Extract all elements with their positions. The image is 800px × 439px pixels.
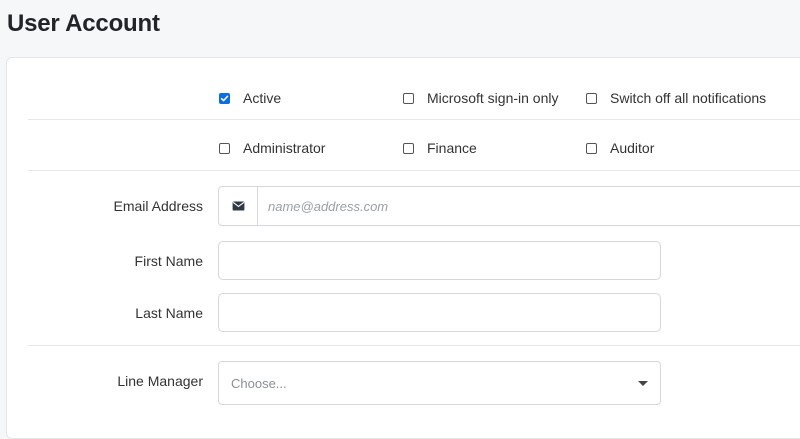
- switch-off-notifications-label: Switch off all notifications: [610, 90, 767, 106]
- active-label: Active: [243, 90, 282, 106]
- administrator-label: Administrator: [243, 140, 326, 156]
- page-title: User Account: [7, 10, 160, 37]
- last-name-label: Last Name: [135, 305, 203, 321]
- first-name-input[interactable]: [218, 241, 661, 280]
- last-name-input[interactable]: [218, 293, 661, 332]
- checkbox-unchecked-icon[interactable]: [586, 92, 597, 104]
- line-manager-label: Line Manager: [117, 373, 203, 389]
- finance-label: Finance: [427, 140, 477, 156]
- administrator-checkbox[interactable]: Administrator: [219, 140, 325, 156]
- line-manager-placeholder: Choose...: [231, 375, 287, 391]
- email-address-label: Email Address: [113, 198, 203, 214]
- microsoft-sign-in-only-label: Microsoft sign-in only: [427, 90, 559, 106]
- user-account-form-card: Active Microsoft sign-in only Switch off…: [6, 57, 800, 439]
- switch-off-notifications-checkbox[interactable]: Switch off all notifications: [586, 90, 766, 106]
- checkbox-unchecked-icon[interactable]: [219, 142, 230, 154]
- checkbox-checked-icon[interactable]: [219, 92, 230, 104]
- envelope-icon: [219, 187, 258, 225]
- line-manager-select[interactable]: Choose...: [218, 361, 661, 405]
- chevron-down-icon: [638, 380, 648, 386]
- email-input[interactable]: [258, 187, 800, 225]
- checkbox-unchecked-icon[interactable]: [586, 142, 597, 154]
- divider: [28, 170, 800, 171]
- active-checkbox[interactable]: Active: [219, 90, 281, 106]
- auditor-label: Auditor: [610, 140, 655, 156]
- checkbox-unchecked-icon[interactable]: [403, 142, 414, 154]
- microsoft-sign-in-only-checkbox[interactable]: Microsoft sign-in only: [403, 90, 559, 106]
- auditor-checkbox[interactable]: Auditor: [586, 140, 654, 156]
- checkbox-unchecked-icon[interactable]: [403, 92, 414, 104]
- email-input-group: [218, 186, 800, 226]
- divider: [28, 345, 800, 346]
- finance-checkbox[interactable]: Finance: [403, 140, 477, 156]
- first-name-label: First Name: [134, 253, 203, 269]
- divider: [28, 119, 800, 120]
